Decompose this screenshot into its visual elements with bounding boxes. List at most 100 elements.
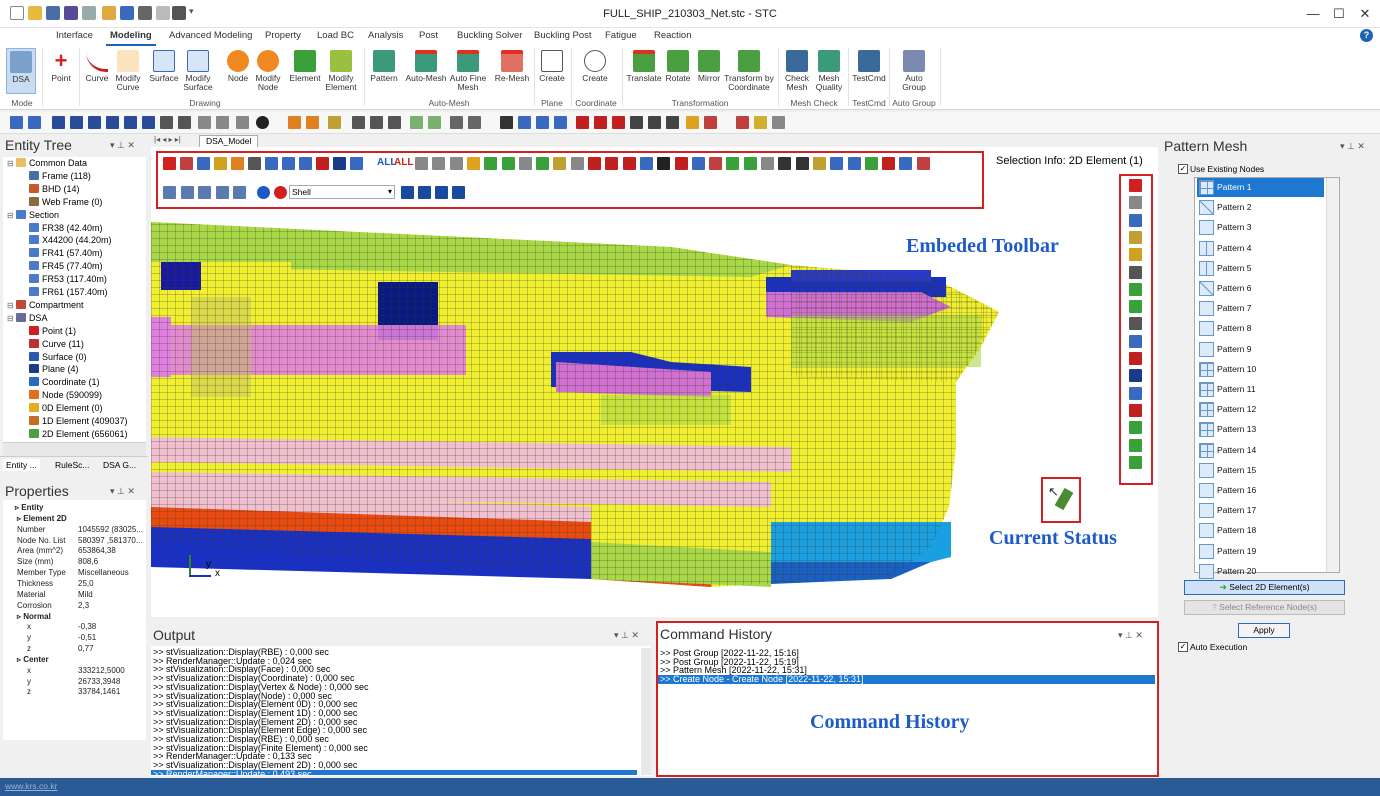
close-button[interactable]: ✕ bbox=[1352, 4, 1378, 24]
tree-item[interactable]: FR53 (117.40m) bbox=[29, 273, 107, 286]
property-value[interactable]: 26733,3948 bbox=[78, 677, 120, 686]
settings-icon[interactable] bbox=[82, 6, 96, 20]
embedded-tool-icon[interactable] bbox=[432, 157, 446, 170]
redo-icon[interactable] bbox=[428, 116, 441, 129]
property-value[interactable]: 653864,38 bbox=[78, 546, 116, 555]
tree-item[interactable]: BHD (14) bbox=[29, 183, 80, 196]
chart-icon[interactable] bbox=[172, 6, 186, 20]
embedded-tool-icon[interactable] bbox=[709, 157, 723, 170]
lock-icon[interactable] bbox=[102, 6, 116, 20]
select-icon[interactable] bbox=[10, 116, 23, 129]
tab-entity-tree[interactable]: Entity ... bbox=[3, 459, 40, 471]
create-plane-button[interactable]: Create bbox=[537, 48, 567, 83]
layout-icon-1[interactable] bbox=[288, 116, 301, 129]
embedded-tool-icon[interactable] bbox=[864, 157, 878, 170]
view-left-icon[interactable] bbox=[88, 116, 101, 129]
auto-fine-mesh-button[interactable]: Auto Fine Mesh bbox=[448, 48, 488, 92]
embedded-tool-icon[interactable] bbox=[350, 157, 363, 170]
select-2d-elements-button[interactable]: ➜ Select 2D Element(s) bbox=[1184, 580, 1345, 595]
pick-icon-3[interactable] bbox=[612, 116, 625, 129]
auto-execution-checkbox[interactable]: ✓ bbox=[1178, 642, 1188, 652]
embedded-tool-icon[interactable] bbox=[231, 157, 244, 170]
output-menu-icon[interactable]: ▾ ⊥ ✕ bbox=[614, 630, 639, 641]
embedded-tool-icon[interactable] bbox=[812, 157, 826, 170]
pan-view-icon[interactable] bbox=[178, 116, 191, 129]
frame-icon[interactable] bbox=[120, 6, 134, 20]
embedded-tool-icon[interactable] bbox=[743, 157, 757, 170]
side-tool-icon[interactable] bbox=[1129, 248, 1142, 262]
element-button[interactable]: Element bbox=[288, 48, 322, 83]
3d-viewport[interactable]: Selection Info: 2D Element (1) Embeded T… bbox=[151, 147, 1158, 617]
pattern-item[interactable]: Pattern 19 bbox=[1197, 542, 1324, 561]
tab-load-bc[interactable]: Load BC bbox=[313, 30, 358, 46]
tree-item[interactable]: 1D Element (409037) bbox=[29, 415, 128, 428]
side-tool-icon[interactable] bbox=[1129, 213, 1142, 227]
group-icon[interactable] bbox=[686, 116, 699, 129]
pick-icon-4[interactable] bbox=[630, 116, 643, 129]
side-tool-icon[interactable] bbox=[1129, 230, 1142, 244]
create-coordinate-button[interactable]: Create bbox=[578, 48, 612, 83]
pattern-button[interactable]: Pattern bbox=[367, 48, 401, 83]
property-value[interactable]: 0,77 bbox=[78, 644, 94, 653]
property-value[interactable]: -0,51 bbox=[78, 633, 96, 642]
rotate-button[interactable]: Rotate bbox=[663, 48, 693, 83]
embedded-tool-icon[interactable] bbox=[180, 157, 193, 170]
tree-item[interactable]: ⊟ DSA bbox=[7, 312, 47, 325]
auto-group-button[interactable]: Auto Group bbox=[893, 48, 935, 92]
pattern-item[interactable]: Pattern 16 bbox=[1197, 481, 1324, 500]
group-icon-2[interactable] bbox=[704, 116, 717, 129]
pattern-item[interactable]: Pattern 6 bbox=[1197, 279, 1324, 298]
layer-icon[interactable] bbox=[180, 186, 194, 199]
tree-item[interactable]: ⊟ Section bbox=[7, 209, 59, 222]
undo-icon[interactable] bbox=[410, 116, 423, 129]
side-tool-icon[interactable] bbox=[1129, 386, 1142, 400]
embedded-tool-icon[interactable] bbox=[415, 157, 428, 170]
node-button[interactable]: Node bbox=[224, 48, 252, 83]
embedded-tool-icon[interactable] bbox=[899, 157, 913, 170]
tree-item[interactable]: Plane (4) bbox=[29, 363, 79, 376]
print-icon[interactable] bbox=[754, 116, 767, 129]
embedded-tool-icon[interactable] bbox=[299, 157, 312, 170]
modify-element-button[interactable]: Modify Element bbox=[322, 48, 360, 92]
new-file-icon[interactable] bbox=[10, 6, 24, 20]
property-value[interactable]: Miscellaneous bbox=[78, 568, 129, 577]
pattern-item[interactable]: Pattern 11 bbox=[1197, 380, 1324, 399]
element-type-select[interactable]: Shell ▾ bbox=[289, 185, 395, 199]
tree-item[interactable]: Coordinate (1) bbox=[29, 376, 100, 389]
embedded-tool-icon[interactable] bbox=[501, 157, 515, 170]
view-right-icon[interactable] bbox=[106, 116, 119, 129]
embedded-tool-icon[interactable] bbox=[691, 157, 705, 170]
all-button-2[interactable]: ALL bbox=[394, 157, 413, 168]
fit-view-icon[interactable] bbox=[236, 116, 249, 129]
embedded-tool-icon[interactable] bbox=[484, 157, 498, 170]
side-tool-icon[interactable] bbox=[1129, 455, 1142, 469]
auto-mesh-button[interactable]: Auto-Mesh bbox=[404, 48, 448, 83]
tab-post[interactable]: Post bbox=[415, 30, 442, 46]
embedded-tool-icon[interactable] bbox=[163, 157, 176, 170]
mesh-quality-button[interactable]: Mesh Quality bbox=[813, 48, 845, 92]
display-icon-1[interactable] bbox=[352, 116, 365, 129]
translate-button[interactable]: Translate bbox=[626, 48, 662, 83]
tree-item[interactable]: Frame (118) bbox=[29, 170, 91, 183]
side-tool-icon[interactable] bbox=[1129, 421, 1142, 435]
tree-item[interactable]: 2D Element (656061) bbox=[29, 428, 128, 441]
view-bottom-icon[interactable] bbox=[142, 116, 155, 129]
pattern-item[interactable]: Pattern 9 bbox=[1197, 340, 1324, 359]
last-page-icon[interactable] bbox=[452, 186, 465, 199]
side-tool-icon[interactable] bbox=[1129, 403, 1142, 417]
pick-icon-1[interactable] bbox=[576, 116, 589, 129]
modify-curve-button[interactable]: Modify Curve bbox=[112, 48, 144, 92]
side-tool-icon[interactable] bbox=[1129, 334, 1142, 348]
side-tool-icon[interactable] bbox=[1129, 369, 1142, 383]
embedded-tool-icon[interactable] bbox=[882, 157, 896, 170]
embedded-tool-icon[interactable] bbox=[830, 157, 844, 170]
check-mesh-button[interactable]: Check Mesh bbox=[782, 48, 812, 92]
embedded-tool-icon[interactable] bbox=[518, 157, 532, 170]
entity-tree-hscroll[interactable] bbox=[3, 442, 146, 456]
tree-expand-icon[interactable]: ⊟ bbox=[7, 314, 16, 323]
pick-icon-2[interactable] bbox=[594, 116, 607, 129]
modify-node-button[interactable]: Modify Node bbox=[252, 48, 284, 92]
side-tool-icon[interactable] bbox=[1129, 265, 1142, 279]
tab-fatigue[interactable]: Fatigue bbox=[601, 30, 641, 46]
layer-icon[interactable] bbox=[215, 186, 229, 199]
